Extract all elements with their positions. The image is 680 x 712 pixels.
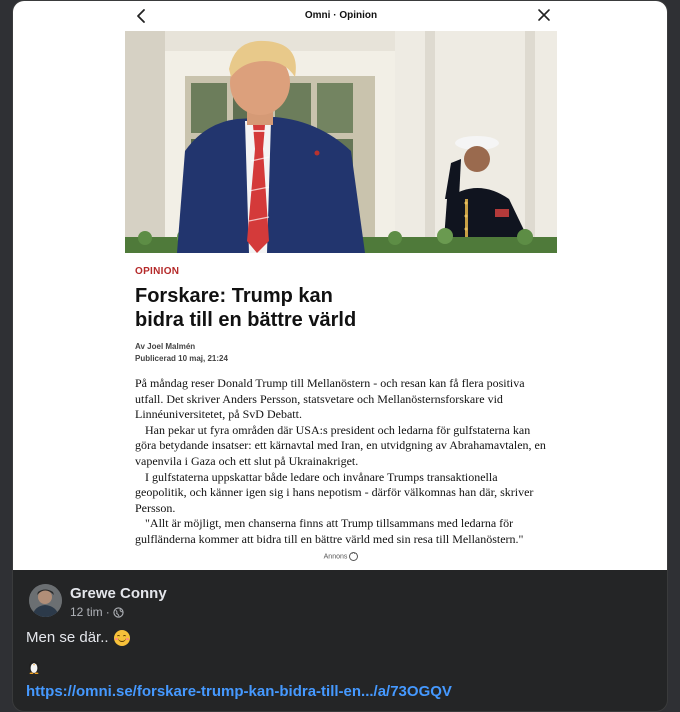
app-header: Omni · Opinion [125, 1, 557, 31]
post-text-content: Men se där.. [26, 629, 109, 646]
article-published: Publicerad 10 maj, 21:24 [135, 354, 228, 363]
article: OPINION Forskare: Trump kan bidra till e… [125, 253, 557, 570]
headline-line-2: bidra till en bättre värld [135, 309, 357, 331]
article-byline: Av Joel Malmén Publicerad 10 maj, 21:24 [135, 341, 228, 365]
globe-icon [113, 606, 124, 618]
post-time[interactable]: 12 tim [70, 605, 103, 619]
post-link[interactable]: https://omni.se/forskare-trump-kan-bidra… [26, 683, 452, 700]
smiling-face-icon [113, 629, 130, 646]
shared-screenshot[interactable]: Omni · Opinion OPINION Forskare: Trump k… [13, 1, 667, 570]
post-card: Omni · Opinion OPINION Forskare: Trump k… [12, 0, 668, 712]
post-footer: Grewe Conny 12 tim · Men se där.. https:… [13, 570, 667, 711]
penguin-icon [29, 660, 39, 674]
ad-label[interactable]: Annons [125, 549, 557, 561]
article-body: På måndag reser Donald Trump till Mellan… [135, 376, 549, 548]
author-name[interactable]: Grewe Conny [70, 585, 167, 602]
article-paragraph: På måndag reser Donald Trump till Mellan… [135, 376, 525, 422]
header-title: Omni · Opinion [304, 10, 378, 21]
article-headline: Forskare: Trump kan bidra till en bättre… [135, 284, 515, 332]
article-paragraph: I gulfstaterna uppskattar både ledare oc… [135, 469, 534, 515]
more-options-icon[interactable] [349, 549, 359, 561]
ad-label-text: Annons [323, 553, 348, 561]
avatar[interactable] [29, 584, 62, 617]
article-kicker: OPINION [135, 266, 180, 277]
article-author: Av Joel Malmén [135, 342, 196, 351]
article-paragraph: "Allt är möjligt, men chanserna finns at… [135, 516, 524, 546]
post-text: Men se där.. [26, 629, 130, 646]
article-paragraph: Han pekar ut fyra områden där USA:s pres… [135, 422, 546, 468]
article-photo [125, 31, 557, 253]
headline-line-1: Forskare: Trump kan [135, 285, 333, 307]
close-icon[interactable] [537, 8, 551, 22]
post-meta: 12 tim · [70, 605, 124, 619]
meta-separator: · [105, 605, 110, 619]
